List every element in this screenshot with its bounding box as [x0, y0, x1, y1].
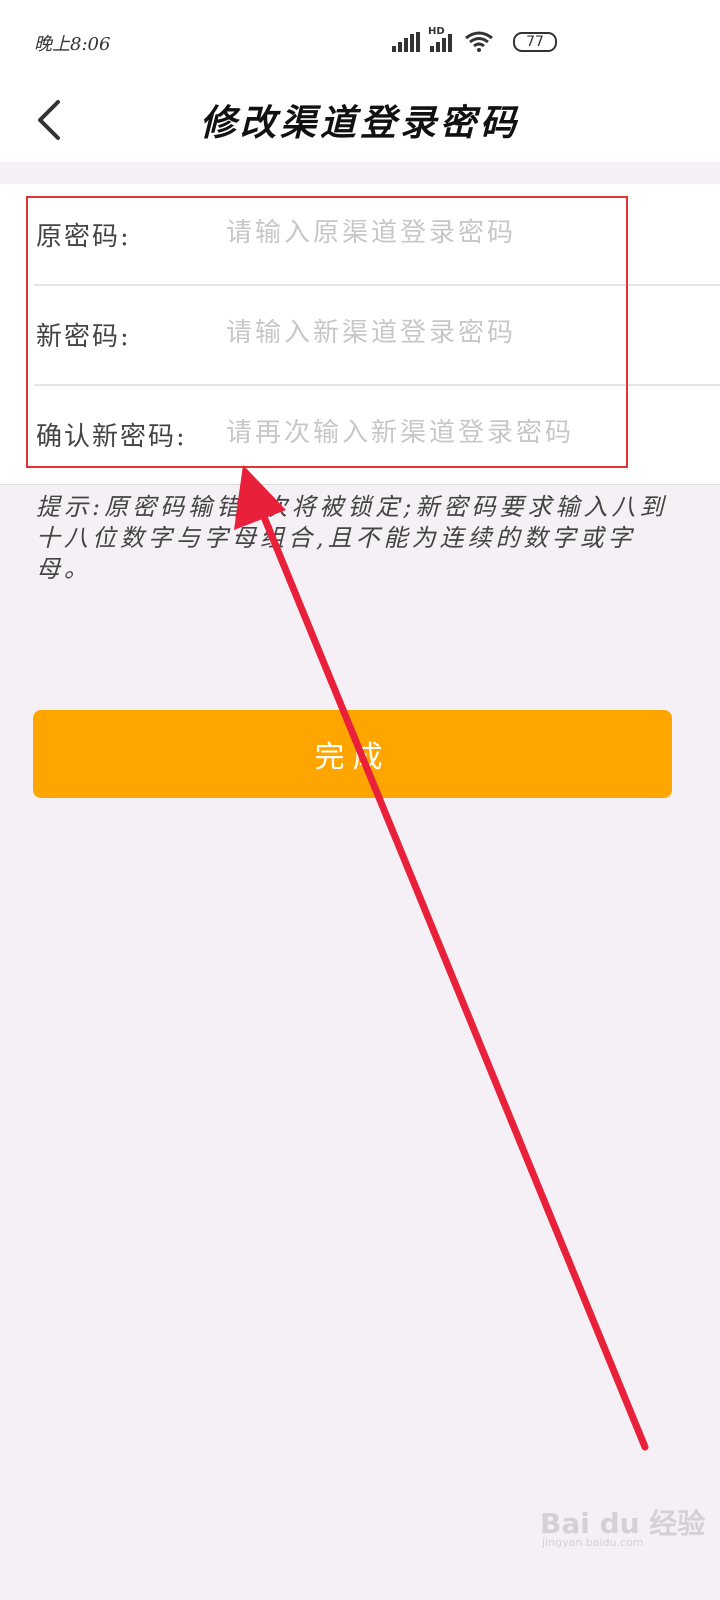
- status-bar: 晚上8:06 HD 77: [0, 0, 720, 80]
- new-password-row: 新密码:: [34, 284, 720, 386]
- baidu-jingyan-watermark: Bai du 经验 jingyan.baidu.com: [540, 1494, 710, 1550]
- battery-level: 77: [526, 34, 544, 50]
- status-time: 晚上8:06: [34, 34, 111, 55]
- new-password-input[interactable]: [224, 312, 688, 354]
- section-divider: [0, 162, 720, 185]
- old-password-row: 原密码:: [34, 184, 720, 286]
- app-header: 修改渠道登录密码: [0, 80, 720, 162]
- new-password-label: 新密码:: [36, 322, 131, 352]
- watermark-url: jingyan.baidu.com: [542, 1536, 644, 1549]
- done-button[interactable]: 完成: [33, 710, 672, 798]
- confirm-password-label: 确认新密码:: [36, 422, 187, 452]
- old-password-input[interactable]: [224, 212, 688, 254]
- cellular-signal-icon: [392, 32, 420, 52]
- page-title: 修改渠道登录密码: [199, 102, 520, 144]
- password-form: 原密码: 新密码: 确认新密码:: [0, 184, 720, 485]
- cellular-signal-2-icon: [430, 34, 452, 52]
- confirm-password-row: 确认新密码:: [34, 384, 720, 484]
- password-hint: 提示:原密码输错5次将被锁定;新密码要求输入八到十八位数字与字母组合,且不能为连…: [36, 493, 668, 583]
- battery-indicator: 77: [513, 32, 557, 52]
- confirm-password-input[interactable]: [224, 412, 688, 454]
- old-password-label: 原密码:: [36, 222, 131, 252]
- wifi-icon: [465, 31, 493, 52]
